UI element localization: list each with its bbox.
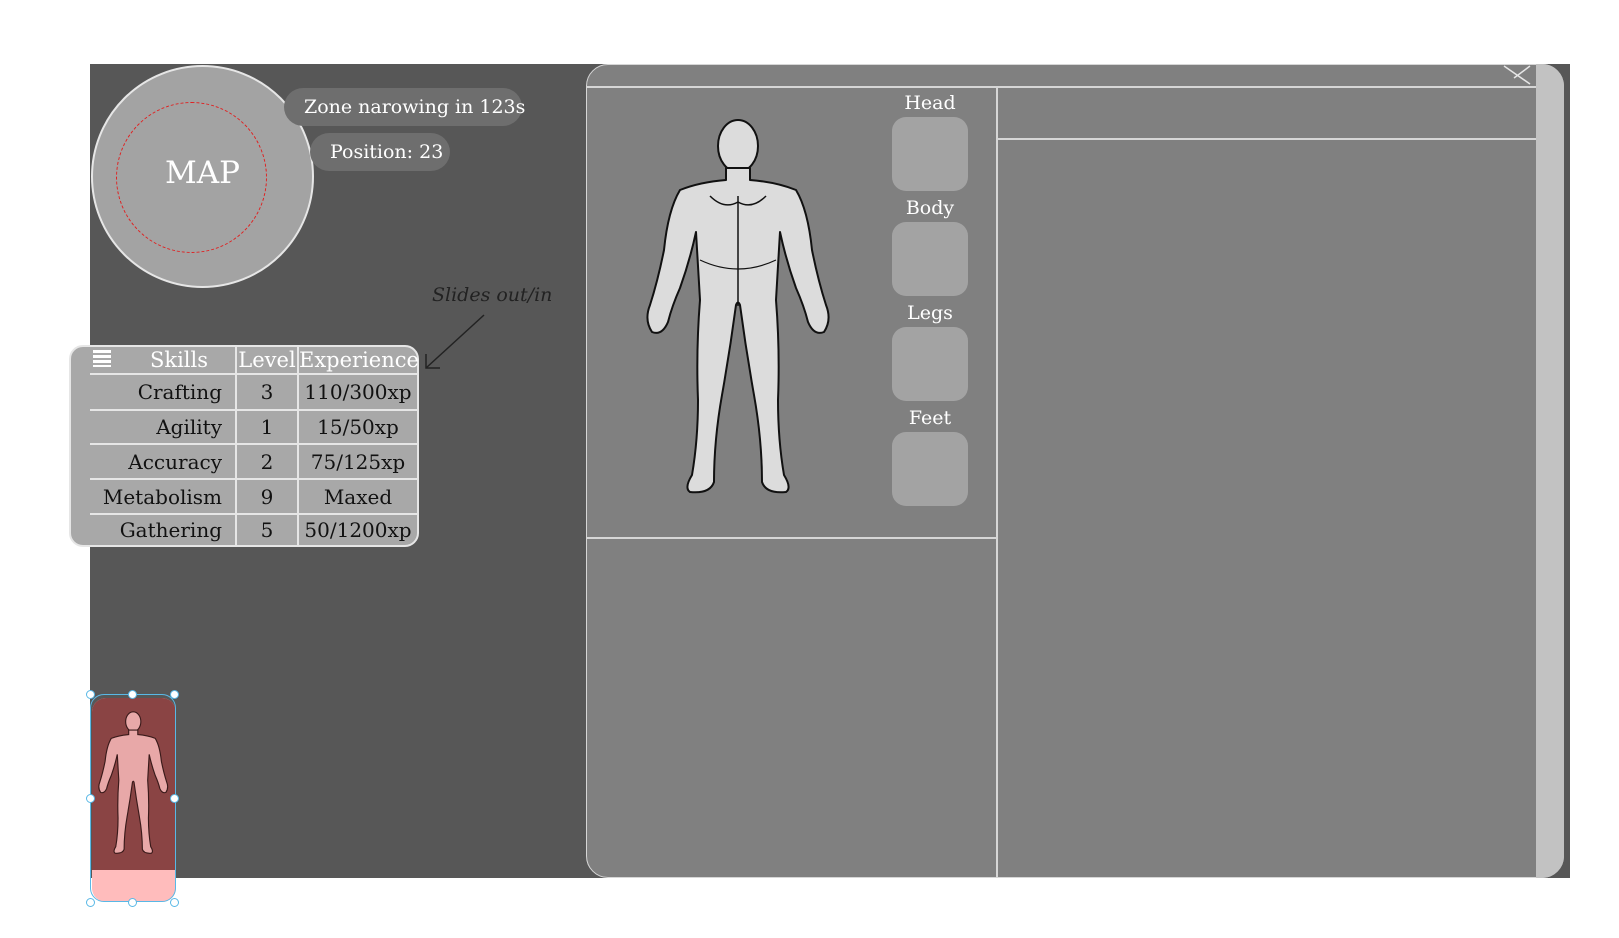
arrow-icon [425,314,485,369]
row-divider [90,409,418,411]
slides-annotation: Slides out/in [432,284,553,306]
row-divider [90,373,418,375]
resize-handle[interactable] [170,690,179,699]
skill-experience: Maxed [323,485,393,509]
column-divider [297,345,299,547]
skill-name: Metabolism [102,485,222,509]
scrollbar[interactable] [1536,64,1564,878]
skill-level: 2 [260,450,274,474]
close-icon[interactable] [1502,64,1534,86]
body-figure [646,119,830,494]
position-badge: Position: 23 [310,133,450,171]
skill-level: 5 [260,518,274,542]
resize-handle[interactable] [86,794,95,803]
skills-header: Skills [149,348,209,372]
skill-name: Crafting [137,380,222,404]
skill-name: Agility [156,415,222,439]
slot-legs[interactable] [892,327,968,401]
skill-level: 3 [260,380,274,404]
skill-level: 9 [260,485,274,509]
row-divider [90,443,418,445]
skill-experience: 15/50xp [317,415,399,439]
panel-column-divider [996,86,998,878]
panel-section-divider [586,537,996,539]
skill-experience: 50/1200xp [304,518,412,542]
slot-body[interactable] [892,222,968,296]
skill-name: Gathering [119,518,222,542]
resize-handle[interactable] [170,898,179,907]
panel-header-divider [996,138,1536,140]
menu-icon[interactable] [93,350,113,368]
skill-level: 1 [260,415,274,439]
slot-label-legs: Legs [907,302,953,324]
slot-head[interactable] [892,117,968,191]
slot-label-head: Head [904,92,956,114]
slot-label-feet: Feet [908,407,952,429]
experience-header: Experience [299,348,419,372]
resize-handle[interactable] [86,690,95,699]
resize-handle[interactable] [86,898,95,907]
skill-name: Accuracy [128,450,222,474]
skill-experience: 75/125xp [310,450,406,474]
level-header: Level [238,348,296,372]
panel-header-divider [586,86,1536,88]
resize-handle[interactable] [170,794,179,803]
skills-panel [69,345,419,547]
map-label: MAP [165,155,240,191]
resize-handle[interactable] [128,690,137,699]
selection-outline [90,694,176,902]
zone-timer-badge: Zone narowing in 123s [284,88,525,126]
column-divider [235,345,237,547]
slot-feet[interactable] [892,432,968,506]
resize-handle[interactable] [128,898,137,907]
slot-label-body: Body [905,197,955,219]
row-divider [90,513,418,515]
row-divider [90,478,418,480]
skill-experience: 110/300xp [304,380,412,404]
